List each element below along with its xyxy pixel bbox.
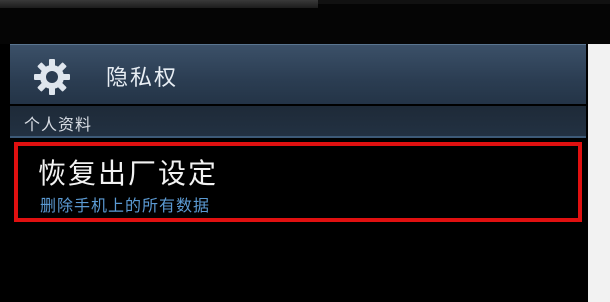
gear-icon	[32, 57, 72, 97]
status-bar-edge-right	[318, 0, 610, 4]
factory-reset-item[interactable]: 恢复出厂设定 删除手机上的所有数据	[14, 142, 582, 222]
section-header-personal-data: 个人资料	[10, 106, 586, 138]
settings-header: 隐私权	[10, 44, 586, 104]
section-label: 个人资料	[24, 115, 93, 134]
settings-screen: 隐私权 个人资料 恢复出厂设定 删除手机上的所有数据	[0, 44, 588, 302]
page-title: 隐私权	[106, 66, 179, 91]
factory-reset-title: 恢复出厂设定	[38, 157, 219, 190]
screenshot-frame: 隐私权 个人资料 恢复出厂设定 删除手机上的所有数据	[0, 0, 610, 302]
status-bar-edge	[0, 0, 318, 8]
factory-reset-subtitle: 删除手机上的所有数据	[40, 196, 211, 215]
screen-border-right	[588, 44, 610, 302]
